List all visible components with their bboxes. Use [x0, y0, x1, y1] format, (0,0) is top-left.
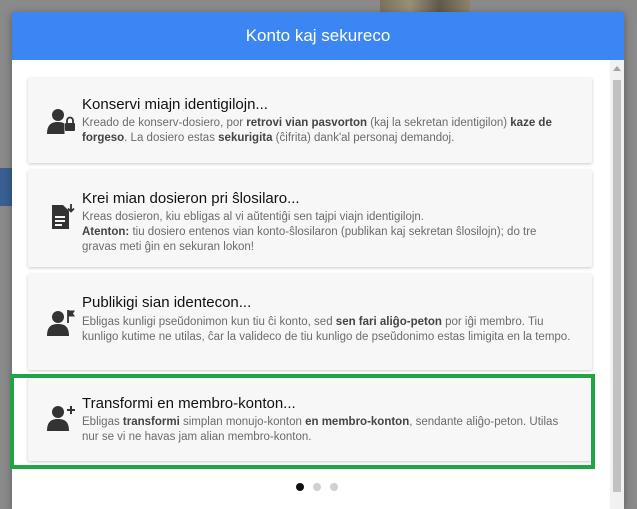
card-description-text: Ebligas kunligi pseŭdonimon kun tiu ĉi k… — [82, 316, 336, 328]
pager-dot[interactable] — [296, 483, 304, 491]
dialog-title: Konto kaj sekureco — [245, 26, 391, 45]
file-download-icon — [52, 204, 75, 229]
card-publish-identity[interactable]: Publikigi sian identecon... Ebligas kunl… — [28, 274, 592, 370]
card-title: Krei mian dosieron pri ŝlosilaro... — [82, 190, 300, 207]
scrollbar-thumb[interactable] — [613, 80, 621, 492]
pager-dot[interactable] — [313, 483, 321, 491]
user-lock-icon — [47, 109, 75, 134]
background-tab — [0, 168, 12, 206]
pager-dot[interactable] — [330, 483, 338, 491]
card-description: Kreas dosieron, kiu ebligas al vi aŭtent… — [82, 210, 574, 255]
selection-highlight — [10, 374, 595, 469]
user-flag-icon — [47, 310, 75, 336]
card-description: Kreado de konserv-dosiero, por retrovi v… — [82, 116, 574, 146]
card-create-keyring-file[interactable]: Krei mian dosieron pri ŝlosilaro... Krea… — [28, 170, 592, 267]
card-description-emphasis: sekurigita — [218, 132, 273, 144]
card-description-text: (kaj la sekretan identigilon) — [367, 117, 511, 129]
card-description-text: Kreado de konserv-dosiero, por — [82, 117, 247, 129]
card-description-emphasis: Atenton: — [82, 226, 130, 238]
scroll-up-arrow-icon[interactable] — [613, 66, 621, 71]
card-description-text: . La dosiero estas — [124, 132, 219, 144]
card-title: Publikigi sian identecon... — [82, 294, 252, 311]
pager-dots — [296, 483, 338, 491]
card-title: Konservi miajn identigilojn... — [82, 96, 268, 113]
scrollbar[interactable] — [610, 60, 624, 509]
card-backup-identifiers[interactable]: Konservi miajn identigilojn... Kreado de… — [28, 78, 592, 163]
card-description-emphasis: retrovi vian pasvorton — [246, 117, 368, 129]
card-description: Ebligas kunligi pseŭdonimon kun tiu ĉi k… — [82, 315, 574, 345]
card-description-text: tiu dosiero entenos vian konto-ŝlosilaro… — [82, 226, 537, 253]
dialog-header: Konto kaj sekureco — [12, 12, 624, 60]
card-description-text: Kreas dosieron, kiu ebligas al vi aŭtent… — [82, 211, 425, 223]
card-description-emphasis: sen fari aliĝo-peton — [335, 316, 442, 328]
card-description-text: (ĉifrita) dank'al personaj demandoj. — [272, 132, 455, 144]
